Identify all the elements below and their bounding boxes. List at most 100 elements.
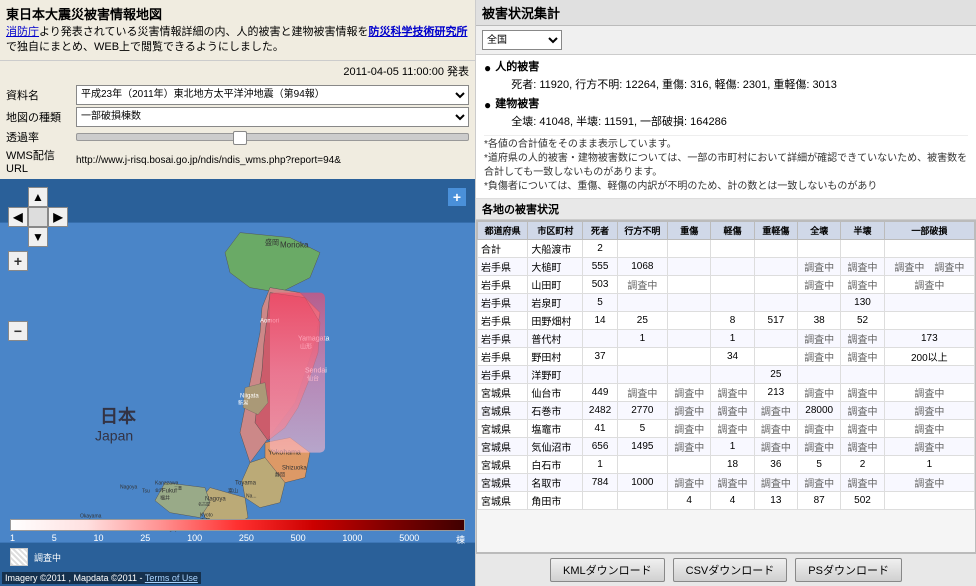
table-cell: 調査中 xyxy=(754,420,797,438)
transparency-slider-track[interactable] xyxy=(76,133,469,141)
building-damage-detail: 全壊: 41048, 半壊: 11591, 一部破損: 164286 xyxy=(511,116,727,128)
table-cell: 18 xyxy=(711,456,754,474)
table-cell: 石巻市 xyxy=(528,402,583,420)
table-cell xyxy=(798,366,841,384)
table-cell: 4 xyxy=(711,492,754,510)
table-cell xyxy=(583,330,617,348)
table-cell: 気仙沼市 xyxy=(528,438,583,456)
table-cell: 調査中 xyxy=(841,420,884,438)
table-cell: 1 xyxy=(583,456,617,474)
building-damage-item: ● 建物被害 全壊: 41048, 半壊: 11591, 一部破損: 16428… xyxy=(484,96,968,131)
table-cell: 784 xyxy=(583,474,617,492)
table-cell: 37 xyxy=(583,348,617,366)
table-cell: 52 xyxy=(841,312,884,330)
table-cell: 調査中 xyxy=(798,384,841,402)
kml-download-button[interactable]: KMLダウンロード xyxy=(550,558,665,582)
nav-right-button[interactable]: ▶ xyxy=(48,207,68,227)
svg-text:Toyama: Toyama xyxy=(235,480,257,486)
table-cell xyxy=(884,312,974,330)
table-cell: 調査中 xyxy=(884,420,974,438)
table-cell xyxy=(668,330,711,348)
table-cell: 調査中 xyxy=(884,276,974,294)
table-cell xyxy=(617,492,667,510)
table-row: 岩手県大槌町5551068調査中調査中調査中 調査中 xyxy=(478,258,975,276)
csv-download-button[interactable]: CSVダウンロード xyxy=(673,558,788,582)
nav-down-button[interactable]: ▼ xyxy=(28,227,48,247)
table-row: 宮城県白石市11836521 xyxy=(478,456,975,474)
stats-header: 被害状況集計 xyxy=(476,0,976,26)
table-cell xyxy=(617,294,667,312)
table-cell xyxy=(798,240,841,258)
svg-text:金沢: 金沢 xyxy=(155,486,163,492)
table-cell: 調査中 xyxy=(798,330,841,348)
nav-left-button[interactable]: ◀ xyxy=(8,207,28,227)
table-cell xyxy=(711,240,754,258)
transparency-slider-thumb[interactable] xyxy=(233,131,247,145)
table-cell xyxy=(884,366,974,384)
table-cell: 555 xyxy=(583,258,617,276)
fdma-link[interactable]: 消防庁 xyxy=(6,26,39,38)
human-damage-header: 人的被害 xyxy=(495,61,539,73)
date-display: 2011-04-05 11:00:00 発表 xyxy=(0,61,475,81)
map-type-select[interactable]: 一部破損棟数 xyxy=(76,107,469,127)
table-cell: 1000 xyxy=(617,474,667,492)
app-title: 東日本大震災被害情報地図 xyxy=(6,4,469,23)
table-cell: 岩手県 xyxy=(478,258,528,276)
table-row: 合計大船渡市2 xyxy=(478,240,975,258)
ps-download-button[interactable]: PSダウンロード xyxy=(795,558,902,582)
table-cell: 岩手県 xyxy=(478,348,528,366)
col-serious-injury: 重傷 xyxy=(668,222,711,240)
table-cell xyxy=(711,294,754,312)
table-cell: 大槌町 xyxy=(528,258,583,276)
table-cell xyxy=(711,258,754,276)
table-cell: 38 xyxy=(798,312,841,330)
svg-text:福井: 福井 xyxy=(160,494,170,501)
table-cell: 36 xyxy=(754,456,797,474)
table-cell: 1 xyxy=(711,330,754,348)
stats-filter-select[interactable]: 全国 xyxy=(482,30,562,50)
nav-up-button[interactable]: ▲ xyxy=(28,187,48,207)
left-panel: 東日本大震災被害情報地図 消防庁より発表されている災害情報詳細の内、人的被害と建… xyxy=(0,0,475,586)
table-cell: 2482 xyxy=(583,402,617,420)
svg-text:静岡: 静岡 xyxy=(275,471,285,478)
building-damage-header: 建物被害 xyxy=(495,98,539,110)
table-cell: 調査中 xyxy=(841,276,884,294)
data-name-select[interactable]: 平成23年（2011年）東北地方太平洋沖地震（第94報） xyxy=(76,85,469,105)
wms-label: WMS配信URL xyxy=(6,147,76,175)
svg-text:Niigata: Niigata xyxy=(240,393,259,399)
table-cell: 200以上 xyxy=(884,348,974,366)
table-cell: 調査中 xyxy=(884,384,974,402)
data-table-scroll[interactable]: 都道府県 市区町村 死者 行方不明 重傷 軽傷 重軽傷 全壊 半壊 一部破損 xyxy=(476,220,976,553)
col-prefecture: 都道府県 xyxy=(478,222,528,240)
table-cell: 角田市 xyxy=(528,492,583,510)
table-cell: 調査中 xyxy=(841,258,884,276)
table-cell: 調査中 xyxy=(798,474,841,492)
table-cell xyxy=(711,366,754,384)
svg-text:Japan: Japan xyxy=(95,427,133,443)
form-section: 資料名 平成23年（2011年）東北地方太平洋沖地震（第94報） 地図の種類 一… xyxy=(0,81,475,179)
map-container[interactable]: Morioka 盛岡 Yamagata 山形 Sendai 仙台 Yokoham… xyxy=(0,179,475,586)
table-row: 宮城県角田市441387502 xyxy=(478,492,975,510)
table-cell: 岩手県 xyxy=(478,366,528,384)
nav-center-button[interactable] xyxy=(28,207,48,227)
table-cell: 宮城県 xyxy=(478,438,528,456)
table-row: 岩手県野田村3734調査中調査中200以上 xyxy=(478,348,975,366)
table-cell xyxy=(841,240,884,258)
data-name-label: 資料名 xyxy=(6,87,76,103)
terms-link[interactable]: Terms of Use xyxy=(145,573,198,583)
nied-link[interactable]: 防災科学技術研究所 xyxy=(368,26,467,38)
table-cell: 14 xyxy=(583,312,617,330)
svg-text:富山: 富山 xyxy=(228,487,238,494)
table-cell: 宮城県 xyxy=(478,492,528,510)
svg-text:Na...: Na... xyxy=(246,493,257,499)
table-cell: 調査中 xyxy=(668,384,711,402)
app-description: 消防庁より発表されている災害情報詳細の内、人的被害と建物被害情報を防災科学技術研… xyxy=(6,25,469,56)
table-cell xyxy=(583,366,617,384)
map-add-button[interactable]: + xyxy=(447,187,467,207)
table-cell: 合計 xyxy=(478,240,528,258)
zoom-out-button[interactable]: − xyxy=(8,321,28,341)
zoom-in-button[interactable]: + xyxy=(8,251,28,271)
human-damage-item: ● 人的被害 死者: 11920, 行方不明: 12264, 重傷: 316, … xyxy=(484,59,968,94)
map-nav-controls: ▲ ◀ ▶ ▼ + − xyxy=(8,187,68,341)
table-cell: 岩手県 xyxy=(478,294,528,312)
